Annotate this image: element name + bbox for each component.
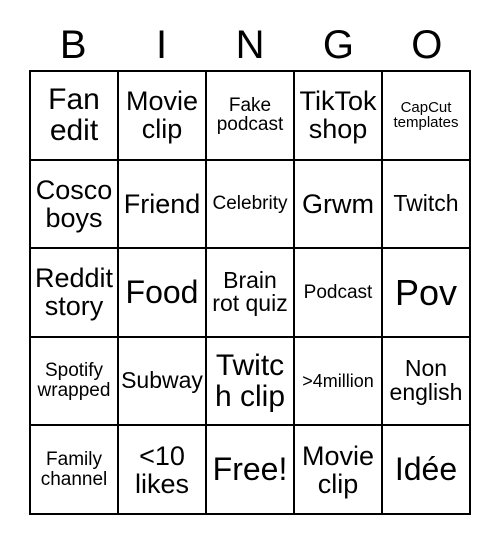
bingo-cell[interactable]: Family channel xyxy=(31,426,119,515)
bingo-cell[interactable]: Celebrity xyxy=(207,160,295,250)
bingo-cell-label: Brain rot quiz xyxy=(212,266,288,317)
bingo-cell[interactable]: Podcast xyxy=(295,249,383,338)
bingo-cell[interactable]: Reddit story xyxy=(31,249,119,338)
bingo-cell-label: Family channel xyxy=(40,448,108,490)
bingo-cell[interactable]: Brain rot quiz xyxy=(207,249,295,338)
bingo-header-letter-n: N xyxy=(235,23,265,67)
bingo-cell-label: Twitch clip xyxy=(214,348,286,414)
bingo-card: B I N G O Fan edit Movie clip Fake podcast TikT… xyxy=(0,0,500,544)
bingo-header-letter-o: O xyxy=(411,23,443,67)
bingo-cell[interactable]: Spotify wrapped xyxy=(31,337,119,427)
bingo-cell-label: TikTok shop xyxy=(299,86,377,145)
bingo-cell-label: >4million xyxy=(302,370,374,391)
bingo-cell-label: Friend xyxy=(123,188,201,219)
bingo-cell-label: Subway xyxy=(121,367,203,394)
bingo-cell[interactable]: Food xyxy=(119,249,207,338)
bingo-cell[interactable]: Non english xyxy=(383,337,471,427)
bingo-cell[interactable]: CapCut templates xyxy=(383,72,471,161)
bingo-cell-label: Fake podcast xyxy=(216,94,284,136)
bingo-cell-label: Spotify wrapped xyxy=(37,360,111,402)
bingo-cell-label: Idée xyxy=(394,451,458,488)
bingo-cell[interactable]: >4million xyxy=(295,337,383,427)
bingo-header-letter-i: I xyxy=(156,23,168,67)
bingo-cell[interactable]: Movie clip xyxy=(119,72,207,161)
bingo-cell[interactable]: Pov xyxy=(383,249,471,338)
bingo-cell-label: Grwm xyxy=(302,188,374,219)
bingo-cell[interactable]: Grwm xyxy=(295,160,383,250)
bingo-header-letter-g: G xyxy=(322,23,354,67)
bingo-cell[interactable]: TikTok shop xyxy=(295,72,383,161)
bingo-cell-label: <10 likes xyxy=(134,440,189,499)
bingo-cell-label: Cosco boys xyxy=(35,174,113,233)
bingo-cell[interactable]: Twitch clip xyxy=(207,337,295,427)
bingo-cell[interactable]: <10 likes xyxy=(119,426,207,515)
bingo-cell-label: Movie clip xyxy=(301,440,375,499)
bingo-cell-label: Food xyxy=(125,273,199,310)
bingo-cell-label: Free! xyxy=(212,451,288,488)
bingo-cell[interactable]: Twitch xyxy=(383,160,471,250)
bingo-cell[interactable]: Idée xyxy=(383,426,471,515)
bingo-cell[interactable]: Free! xyxy=(207,426,295,515)
bingo-cell[interactable]: Fake podcast xyxy=(207,72,295,161)
bingo-grid: Fan edit Movie clip Fake podcast TikTok sho… xyxy=(29,70,471,515)
bingo-cell-label: Podcast xyxy=(303,281,373,303)
bingo-cell[interactable]: Movie clip xyxy=(295,426,383,515)
bingo-cell-label: Celebrity xyxy=(212,193,288,215)
bingo-cell[interactable]: Subway xyxy=(119,337,207,427)
bingo-cell[interactable]: Cosco boys xyxy=(31,160,119,250)
bingo-cell-label: Movie clip xyxy=(125,86,199,145)
bingo-header-row: BINGO xyxy=(29,20,471,70)
bingo-cell-label: Non english xyxy=(389,355,463,406)
bingo-cell-label: Pov xyxy=(394,271,458,313)
bingo-cell-label: CapCut templates xyxy=(393,98,459,132)
bingo-cell-label: Twitch xyxy=(393,189,459,216)
bingo-cell[interactable]: Friend xyxy=(119,160,207,250)
bingo-cell-label: Reddit story xyxy=(34,263,114,322)
bingo-cell[interactable]: Fan edit xyxy=(31,72,119,161)
bingo-cell-label: Fan edit xyxy=(48,83,100,148)
bingo-header-letter-b: B xyxy=(59,23,87,67)
